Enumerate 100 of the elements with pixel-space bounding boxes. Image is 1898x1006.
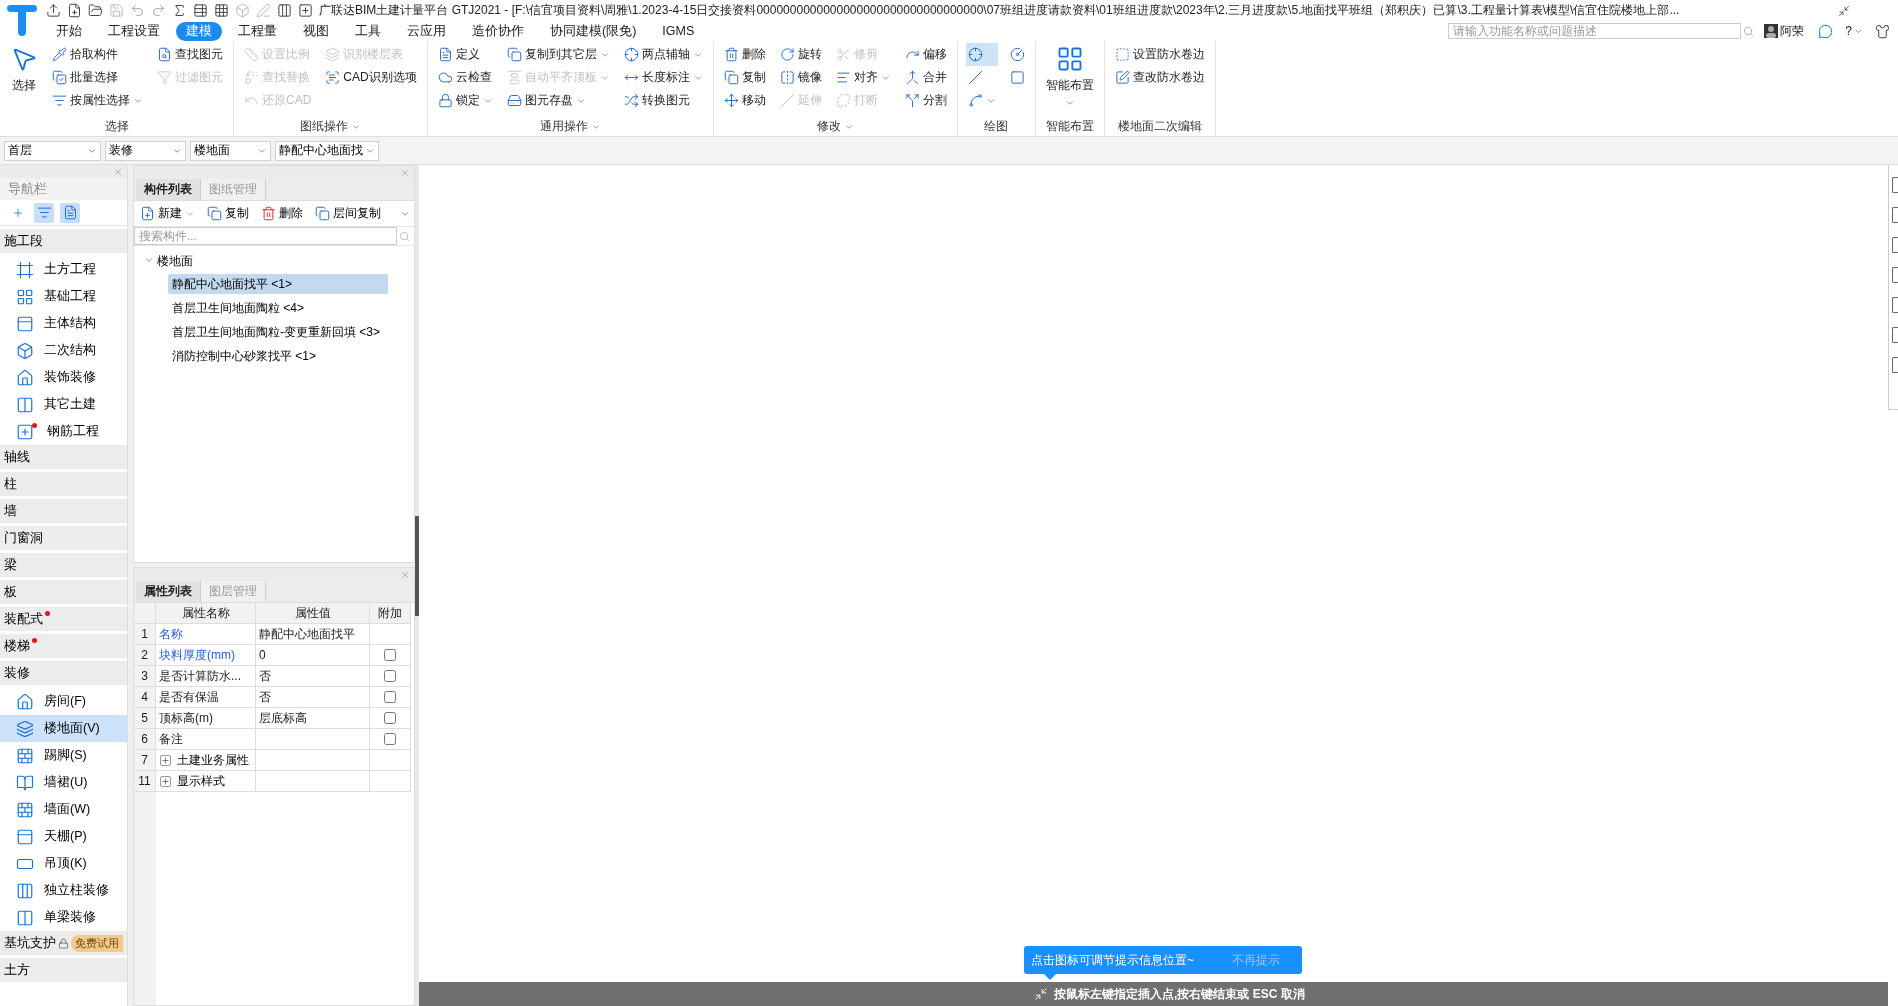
nav-section[interactable]: 施工段 [0, 229, 127, 253]
ribbon-button[interactable]: 拾取构件 [50, 43, 145, 66]
ribbon-button[interactable]: 查改防水卷边 [1112, 66, 1207, 89]
toolbar-button[interactable]: 复制 [205, 205, 251, 222]
toolbar-button[interactable]: 层间复制 [313, 205, 383, 222]
toolbar-button[interactable]: 删除 [259, 205, 305, 222]
menu-tab[interactable]: 协同建模(限免) [540, 21, 647, 41]
copy-icon [315, 206, 330, 221]
nav-item[interactable]: 装饰装修 [0, 364, 127, 391]
property-group[interactable]: 土建业务属性 [156, 750, 256, 771]
ribbon-button[interactable]: 旋转 [777, 43, 824, 66]
ribbon-button[interactable]: 图元存盘 [504, 89, 612, 112]
nav-item[interactable]: 基础工程 [0, 283, 127, 310]
search-field[interactable]: 搜索构件... [134, 227, 397, 245]
ribbon-button[interactable]: 移动 [721, 89, 768, 112]
ribbon-button[interactable]: 镜像 [777, 66, 824, 89]
list-view-button[interactable] [34, 202, 54, 223]
nav-item[interactable]: 其它土建 [0, 391, 127, 418]
floor-select[interactable]: 楼地面 [190, 140, 271, 161]
tree-item[interactable]: 首层卫生间地面陶粒-变更重新回填 <3> [168, 322, 385, 342]
ribbon-button[interactable]: 查找图元 [155, 43, 225, 66]
nav-section[interactable]: 板 [0, 580, 127, 604]
checkbox[interactable] [384, 670, 396, 682]
panel-tab[interactable]: 属性列表 [136, 581, 201, 602]
ribbon-button[interactable]: 批量选择 [50, 66, 145, 89]
section-label: 柱 [4, 475, 17, 493]
tree-item[interactable]: 消防控制中心砂浆找平 <1> [168, 346, 321, 366]
nav-item[interactable]: 独立柱装修 [0, 877, 127, 904]
ribbon-button[interactable]: CAD识别选项 [323, 66, 419, 89]
ribbon-button[interactable]: 长度标注 [621, 66, 705, 89]
nav-item[interactable]: 楼地面(V) [0, 715, 127, 742]
tree-node[interactable]: 楼地面 [144, 250, 414, 272]
ribbon-button[interactable]: 复制 [721, 66, 768, 89]
trash-icon [723, 47, 739, 62]
nav-section[interactable]: 土方 [0, 958, 127, 982]
nav-item[interactable]: 墙面(W) [0, 796, 127, 823]
floor-select[interactable]: 装修 [105, 140, 186, 161]
menu-tab[interactable]: 视图 [293, 21, 339, 41]
checkbox[interactable] [384, 691, 396, 703]
nav-item[interactable]: 天棚(P) [0, 823, 127, 850]
nav-section[interactable]: 装配式 [0, 607, 127, 631]
ribbon-button[interactable]: 合并 [902, 66, 949, 89]
nav-section[interactable]: 门窗洞 [0, 526, 127, 550]
nav-item[interactable]: 墙裙(U) [0, 769, 127, 796]
ribbon-button[interactable]: 两点辅轴 [621, 43, 705, 66]
ribbon-button[interactable]: 转换图元 [621, 89, 705, 112]
ribbon-button[interactable]: 云检查 [435, 66, 495, 89]
property-value: 层底标高 [256, 708, 370, 729]
nav-section[interactable]: 轴线 [0, 445, 127, 469]
table-icon [193, 3, 208, 18]
nav-item[interactable]: 踢脚(S) [0, 742, 127, 769]
nav-section[interactable]: 柱 [0, 472, 127, 496]
menu-tab[interactable]: 开始 [46, 21, 92, 41]
nav-section[interactable]: 楼梯 [0, 634, 127, 658]
nav-item[interactable]: 单梁装修 [0, 904, 127, 931]
property-name: 顶标高(m) [156, 708, 256, 729]
ribbon-button[interactable]: 偏移 [902, 43, 949, 66]
nav-item[interactable]: 主体结构 [0, 310, 127, 337]
search-field[interactable]: 请输入功能名称或问题描述 [1448, 23, 1742, 39]
ribbon-button[interactable]: 智能布置 [1043, 43, 1096, 112]
nav-section[interactable]: 装修 [0, 661, 127, 685]
detail-view-button[interactable] [60, 202, 80, 223]
nav-section[interactable]: 墙 [0, 499, 127, 523]
checkbox[interactable] [384, 649, 396, 661]
avatar-icon [1764, 24, 1779, 38]
nav-item[interactable]: 房间(F) [0, 688, 127, 715]
menu-tab[interactable]: 工具 [345, 21, 391, 41]
tree-item[interactable]: 静配中心地面找平 <1> [168, 274, 388, 294]
menu-tab[interactable]: 工程量 [228, 21, 287, 41]
floor-select[interactable]: 静配中心地面找 [275, 140, 379, 161]
menu-tab[interactable]: IGMS [652, 23, 705, 39]
draw-tool-button[interactable] [965, 43, 998, 66]
panel-tab[interactable]: 构件列表 [136, 179, 201, 200]
menu-tab[interactable]: 工程设置 [98, 21, 170, 41]
nav-item[interactable]: 钢筋工程 [0, 418, 127, 445]
nav-item[interactable]: 二次结构 [0, 337, 127, 364]
ribbon-button[interactable]: 对齐 [833, 66, 893, 89]
menu-tab[interactable]: 造价协作 [462, 21, 534, 41]
checkbox[interactable] [384, 733, 396, 745]
ribbon-button[interactable]: 复制到其它层 [504, 43, 612, 66]
tree-item[interactable]: 首层卫生间地面陶粒 <4> [168, 298, 309, 318]
checkbox[interactable] [384, 712, 396, 724]
nav-item[interactable]: 土方工程 [0, 256, 127, 283]
toolbar-button[interactable]: 新建 [138, 205, 197, 222]
floor-select[interactable]: 首层 [4, 140, 101, 161]
property-group[interactable]: 显示样式 [156, 771, 256, 792]
ribbon-button[interactable]: 删除 [721, 43, 768, 66]
ribbon-button[interactable]: 选择 [8, 43, 40, 112]
ribbon-button[interactable]: 分割 [902, 89, 949, 112]
ribbon-button[interactable]: 按属性选择 [50, 89, 145, 112]
nav-section[interactable]: 梁 [0, 553, 127, 577]
copy-icon [207, 206, 222, 221]
menu-tab[interactable]: 云应用 [397, 21, 456, 41]
nav-item[interactable]: 吊顶(K) [0, 850, 127, 877]
ribbon-button[interactable]: 锁定 [435, 89, 495, 112]
ribbon-button[interactable]: 设置防水卷边 [1112, 43, 1207, 66]
nav-section[interactable]: 基坑支护 免费试用 [0, 931, 127, 955]
column-icon [16, 881, 34, 900]
help-button[interactable]: ? [1845, 24, 1852, 38]
ribbon-button[interactable]: 定义 [435, 43, 495, 66]
